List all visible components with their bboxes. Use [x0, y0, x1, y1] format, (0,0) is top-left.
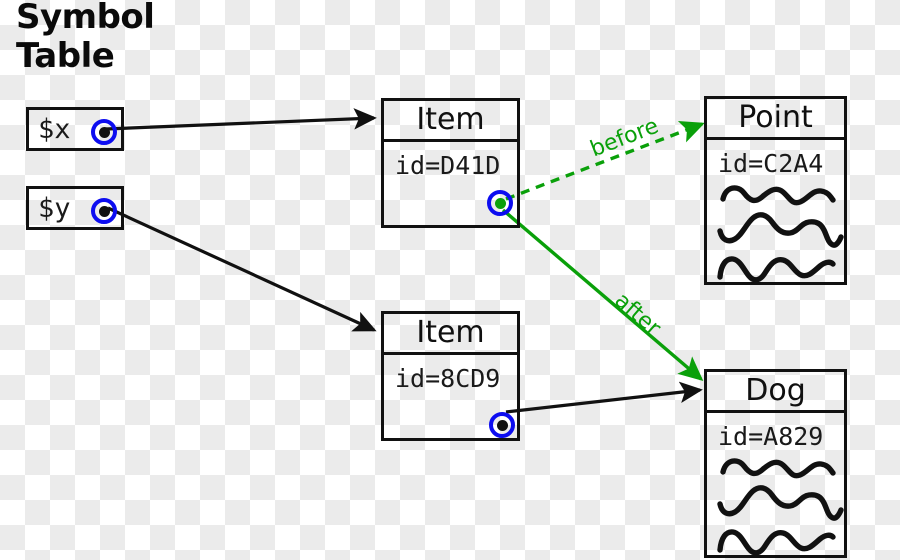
pointer-dot-icon: [98, 126, 110, 138]
pointer-dot-icon: [496, 419, 508, 431]
object-title-dog-a829: Dog: [707, 372, 844, 413]
pointer-dot-icon: [494, 197, 506, 209]
object-id-item-8cd9: id=8CD9: [395, 364, 501, 393]
object-body-point-c2a4: id=C2A4: [707, 140, 844, 282]
object-body-dog-a829: id=A829: [707, 413, 844, 555]
diagram-canvas: Symbol Table $x $y Item id=D41D Item id=…: [0, 0, 900, 560]
object-title-item-d41d: Item: [384, 101, 517, 142]
edge-item2-to-dog: [505, 381, 703, 414]
edge-item1-to-dog: [501, 208, 704, 381]
pointer-marker-x[interactable]: [91, 119, 117, 145]
var-box-x[interactable]: $x: [26, 107, 124, 151]
object-id-point-c2a4: id=C2A4: [718, 149, 824, 178]
pointer-marker-y[interactable]: [91, 198, 117, 224]
object-title-point-c2a4: Point: [707, 99, 844, 140]
var-label-x: $x: [38, 113, 71, 145]
object-box-point-c2a4[interactable]: Point id=C2A4: [704, 96, 847, 285]
object-body-item-d41d: id=D41D: [384, 142, 517, 225]
object-box-dog-a829[interactable]: Dog id=A829: [704, 369, 847, 558]
pointer-dot-icon: [98, 205, 110, 217]
var-box-y[interactable]: $y: [26, 186, 124, 230]
pointer-marker-item-8cd9[interactable]: [489, 412, 515, 438]
object-box-item-8cd9[interactable]: Item id=8CD9: [381, 311, 520, 441]
object-id-dog-a829: id=A829: [718, 422, 824, 451]
object-body-item-8cd9: id=8CD9: [384, 355, 517, 438]
object-title-item-8cd9: Item: [384, 314, 517, 355]
object-box-item-d41d[interactable]: Item id=D41D: [381, 98, 520, 228]
object-id-item-d41d: id=D41D: [395, 151, 501, 180]
pointer-marker-item-d41d[interactable]: [487, 190, 513, 216]
edge-y-to-item2: [107, 206, 377, 332]
edge-x-to-item1: [105, 108, 377, 131]
var-label-y: $y: [38, 192, 71, 224]
